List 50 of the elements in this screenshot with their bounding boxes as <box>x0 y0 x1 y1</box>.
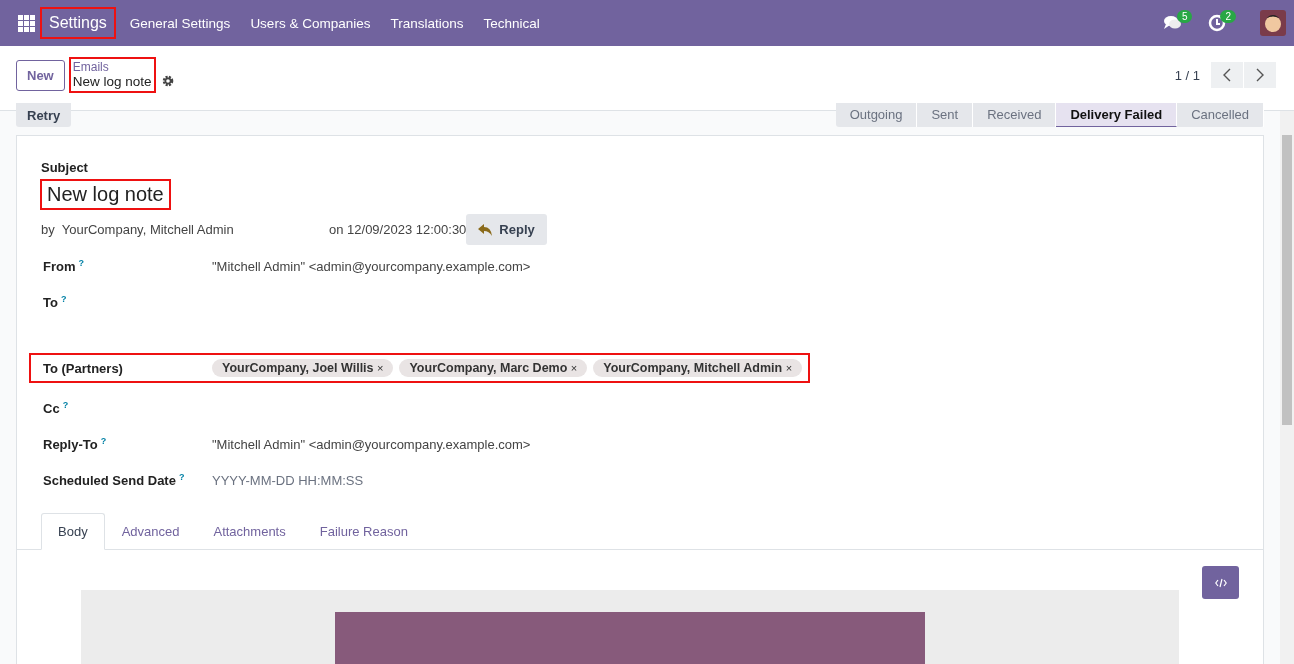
breadcrumb-link[interactable]: Emails <box>72 60 152 74</box>
chevron-left-icon <box>1223 68 1231 82</box>
tab[interactable]: Attachments <box>196 513 303 550</box>
field-value: "Mitchell Admin" <admin@yourcompany.example.com> <box>212 258 531 274</box>
new-button[interactable]: New <box>16 59 65 91</box>
field-label: Subject <box>41 160 89 175</box>
subject-title: New log note <box>40 179 171 210</box>
tab[interactable]: Body <box>41 513 105 550</box>
field-label: Scheduled Send Date $^{?}$ <box>43 471 186 489</box>
chevron-right-icon <box>1256 68 1264 82</box>
remove-tag-icon[interactable]: × <box>570 362 578 374</box>
record-title: New log note <box>72 74 152 90</box>
menu-item[interactable]: Users & Companies <box>240 15 381 31</box>
activity-count-badge: 2 <box>1220 9 1236 23</box>
reply-arrow-icon <box>478 223 494 236</box>
menu-item[interactable]: Technical <box>473 15 550 31</box>
field-label: To $^{?}$ <box>43 293 68 311</box>
status-step[interactable]: Cancelled <box>1177 103 1264 127</box>
retry-button[interactable]: Retry <box>16 103 72 127</box>
menu-item[interactable]: General Settings <box>119 15 241 31</box>
tab[interactable]: Advanced <box>104 513 197 550</box>
partner-tag[interactable]: YourCompany, Mitchell Admin × <box>593 359 803 377</box>
partner-tag[interactable]: YourCompany, Joel Willis × <box>212 359 394 377</box>
field-label: From $^{?}$ <box>43 257 85 275</box>
author-text: by YourCompany, Mitchell Admin <box>41 222 235 237</box>
pager-text: 1 / 1 <box>1174 67 1200 83</box>
status-step[interactable]: Sent <box>917 103 974 127</box>
date-text: on 12/09/2023 12:00:30 <box>329 222 467 237</box>
reply-button[interactable]: Reply <box>466 214 547 245</box>
app-title[interactable]: Settings <box>40 7 116 39</box>
field-value: "Mitchell Admin" <admin@yourcompany.example.com> <box>212 436 531 452</box>
chat-icon[interactable] <box>1162 15 1183 31</box>
scrollbar[interactable] <box>1280 111 1294 664</box>
menu-item[interactable]: Translations <box>380 15 474 31</box>
gear-icon[interactable] <box>161 75 174 87</box>
field-label: Cc $^{?}$ <box>43 399 70 417</box>
partner-tag[interactable]: YourCompany, Marc Demo × <box>399 359 588 377</box>
field-label: To (Partners) <box>43 360 124 376</box>
remove-tag-icon[interactable]: × <box>377 362 384 374</box>
field-label: Reply-To $^{?}$ <box>43 435 108 453</box>
clock-icon[interactable] <box>1208 14 1227 32</box>
code-view-button[interactable] <box>1202 566 1239 599</box>
avatar-icon[interactable] <box>1260 10 1286 36</box>
message-count-badge: 5 <box>1176 9 1193 23</box>
tab[interactable]: Failure Reason <box>302 513 425 550</box>
code-icon <box>1214 577 1227 588</box>
remove-tag-icon[interactable]: × <box>785 362 793 374</box>
apps-grid-icon[interactable] <box>18 14 35 32</box>
status-step[interactable]: Outgoing <box>835 103 918 127</box>
status-step[interactable]: Delivery Failed <box>1056 103 1178 127</box>
